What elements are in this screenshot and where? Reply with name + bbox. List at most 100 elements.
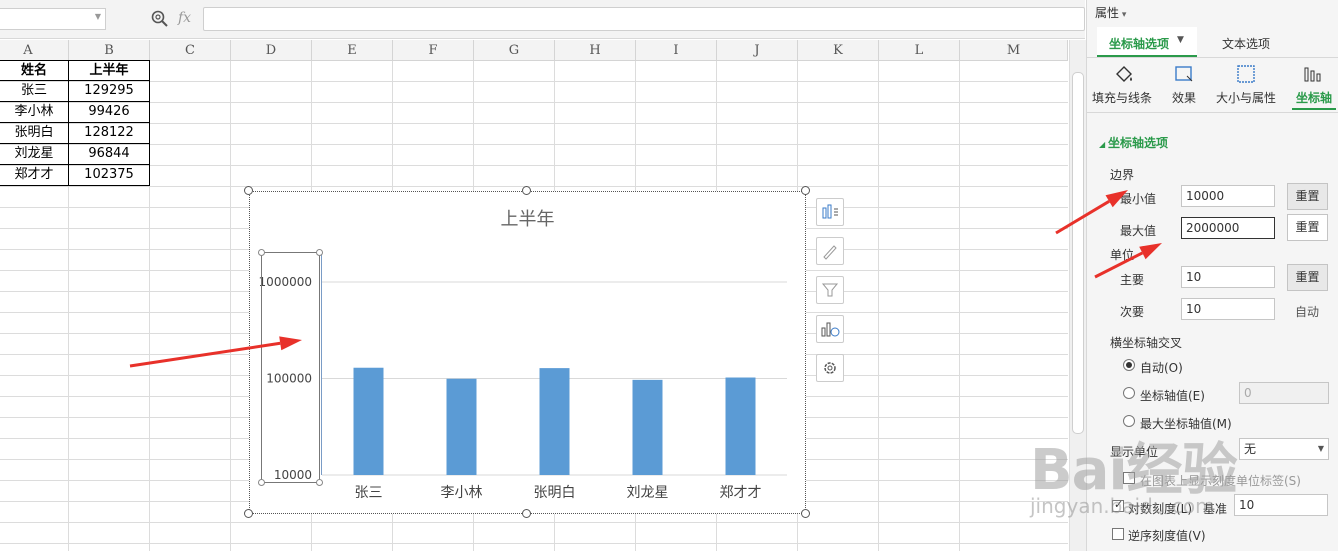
subtab-size-properties-label: 大小与属性 xyxy=(1216,91,1277,105)
reverse-checkbox[interactable] xyxy=(1112,528,1124,540)
triangle-down-icon: ◢ xyxy=(1099,140,1108,149)
column-header-f[interactable]: F xyxy=(393,40,474,60)
bar[interactable] xyxy=(446,378,477,475)
axis-icon xyxy=(1304,67,1321,82)
zoom-icon[interactable] xyxy=(150,9,170,29)
max-label: 最大值 xyxy=(1120,224,1157,238)
axis-handle[interactable] xyxy=(258,479,265,486)
x-tick-label[interactable]: 张三 xyxy=(355,485,383,501)
formula-input[interactable] xyxy=(203,7,1085,31)
column-header-h[interactable]: H xyxy=(555,40,636,60)
column-header-g[interactable]: G xyxy=(474,40,555,60)
chevron-down-icon[interactable]: ▼ xyxy=(95,12,101,21)
chevron-down-icon: ▾ xyxy=(1119,10,1127,20)
filter-icon xyxy=(821,283,839,297)
bar[interactable] xyxy=(539,368,570,475)
brush-icon xyxy=(823,245,837,260)
x-tick-label[interactable]: 李小林 xyxy=(441,485,483,501)
table-cell-name[interactable]: 郑才才 xyxy=(0,164,69,186)
table-cell-value[interactable]: 128122 xyxy=(68,122,150,144)
minor-auto-label: 自动 xyxy=(1295,305,1320,319)
min-value-input[interactable]: 10000 xyxy=(1181,185,1275,207)
panel-title[interactable]: 属性 ▾ xyxy=(1095,4,1126,21)
units-label: 单位 xyxy=(1110,248,1135,262)
cross-label: 横坐标轴交叉 xyxy=(1110,336,1183,350)
scrollbar-thumb[interactable] xyxy=(1072,72,1084,434)
column-header-j[interactable]: J xyxy=(717,40,798,60)
panel-title-label: 属性 xyxy=(1095,6,1120,20)
major-unit-input[interactable]: 10 xyxy=(1181,266,1275,288)
column-header-d[interactable]: D xyxy=(231,40,312,60)
reverse-label[interactable]: 逆序刻度值(V) xyxy=(1128,527,1206,544)
chevron-down-icon: ▼ xyxy=(1177,35,1184,45)
column-header-e[interactable]: E xyxy=(312,40,393,60)
table-cell-value[interactable]: 96844 xyxy=(68,143,150,165)
y-axis-selection[interactable] xyxy=(261,252,320,483)
display-units-value: 无 xyxy=(1244,442,1257,456)
column-header-i[interactable]: I xyxy=(636,40,717,60)
table-cell-value[interactable]: 102375 xyxy=(68,164,150,186)
base-input[interactable]: 10 xyxy=(1234,494,1328,516)
chart-style-button[interactable] xyxy=(816,237,844,265)
max-reset-button[interactable]: 重置 xyxy=(1287,214,1328,241)
divider xyxy=(1087,112,1338,113)
table-cell-value[interactable]: 129295 xyxy=(68,80,150,102)
table-cell-name[interactable]: 张明白 xyxy=(0,122,69,144)
x-tick-label[interactable]: 张明白 xyxy=(534,485,576,501)
table-cell-name[interactable]: 刘龙星 xyxy=(0,143,69,165)
chart-elements-icon xyxy=(822,204,838,219)
cross-auto-label[interactable]: 自动(O) xyxy=(1140,359,1183,376)
minor-unit-input[interactable]: 10 xyxy=(1181,298,1275,320)
max-value-input[interactable]: 2000000 xyxy=(1181,217,1275,239)
column-header-m[interactable]: M xyxy=(960,40,1068,60)
column-header-l[interactable]: L xyxy=(879,40,960,60)
subtab-axis[interactable]: 坐标轴 xyxy=(1292,60,1336,110)
chart-plot[interactable]: 100001000001000000张三 李小林 张明白 刘龙星 郑才才 xyxy=(250,192,805,513)
min-reset-button[interactable]: 重置 xyxy=(1287,183,1328,210)
x-tick-label[interactable]: 郑才才 xyxy=(720,485,762,501)
name-box[interactable]: ▼ xyxy=(0,8,106,30)
effects-icon xyxy=(1175,66,1193,82)
table-header-name[interactable]: 姓名 xyxy=(0,60,69,81)
gear-icon xyxy=(824,362,836,374)
cross-value-input[interactable]: 0 xyxy=(1239,382,1329,404)
subtab-effects-label: 效果 xyxy=(1172,91,1197,105)
section-axis-options-label: 坐标轴选项 xyxy=(1107,136,1168,150)
bar[interactable] xyxy=(725,377,756,475)
bar[interactable] xyxy=(353,367,384,475)
column-header-a[interactable]: A xyxy=(0,40,69,60)
table-cell-name[interactable]: 李小林 xyxy=(0,101,69,123)
table-header-value[interactable]: 上半年 xyxy=(68,60,150,81)
table-cell-value[interactable]: 99426 xyxy=(68,101,150,123)
axis-handle[interactable] xyxy=(316,479,323,486)
fx-label[interactable]: fx xyxy=(178,10,191,26)
axis-handle[interactable] xyxy=(258,249,265,256)
subtab-fill-line[interactable]: 填充与线条 xyxy=(1092,60,1154,108)
column-header-k[interactable]: K xyxy=(798,40,879,60)
table-cell-name[interactable]: 张三 xyxy=(0,80,69,102)
tab-text-options[interactable]: 文本选项 xyxy=(1222,35,1270,52)
major-reset-button[interactable]: 重置 xyxy=(1287,264,1328,291)
chart-filter-button[interactable] xyxy=(816,276,844,304)
cross-value-radio[interactable] xyxy=(1123,387,1135,399)
subtab-axis-label: 坐标轴 xyxy=(1296,91,1333,105)
chart-settings-button[interactable] xyxy=(816,354,844,382)
subtab-effects[interactable]: 效果 xyxy=(1168,60,1202,108)
column-header-c[interactable]: C xyxy=(150,40,231,60)
chart-elements-button[interactable] xyxy=(816,198,844,226)
section-axis-options[interactable]: ◢ 坐标轴选项 xyxy=(1099,134,1168,151)
chart-online-button[interactable] xyxy=(816,315,844,343)
chevron-down-icon: ▼ xyxy=(1317,444,1324,453)
subtab-size-properties[interactable]: 大小与属性 xyxy=(1214,60,1280,108)
x-tick-label[interactable]: 刘龙星 xyxy=(627,485,669,501)
column-header-b[interactable]: B xyxy=(69,40,150,60)
axis-handle[interactable] xyxy=(316,249,323,256)
watermark-url: jingyan.baidu.com xyxy=(1030,494,1215,518)
minor-label: 次要 xyxy=(1120,305,1145,319)
bar[interactable] xyxy=(632,379,663,475)
cross-value-label[interactable]: 坐标轴值(E) xyxy=(1140,387,1205,404)
cross-auto-radio[interactable] xyxy=(1123,359,1135,371)
min-label: 最小值 xyxy=(1120,192,1157,206)
tab-axis-options[interactable]: 坐标轴选项 ▼ xyxy=(1097,27,1197,57)
display-units-select[interactable]: 无 ▼ xyxy=(1239,438,1329,460)
